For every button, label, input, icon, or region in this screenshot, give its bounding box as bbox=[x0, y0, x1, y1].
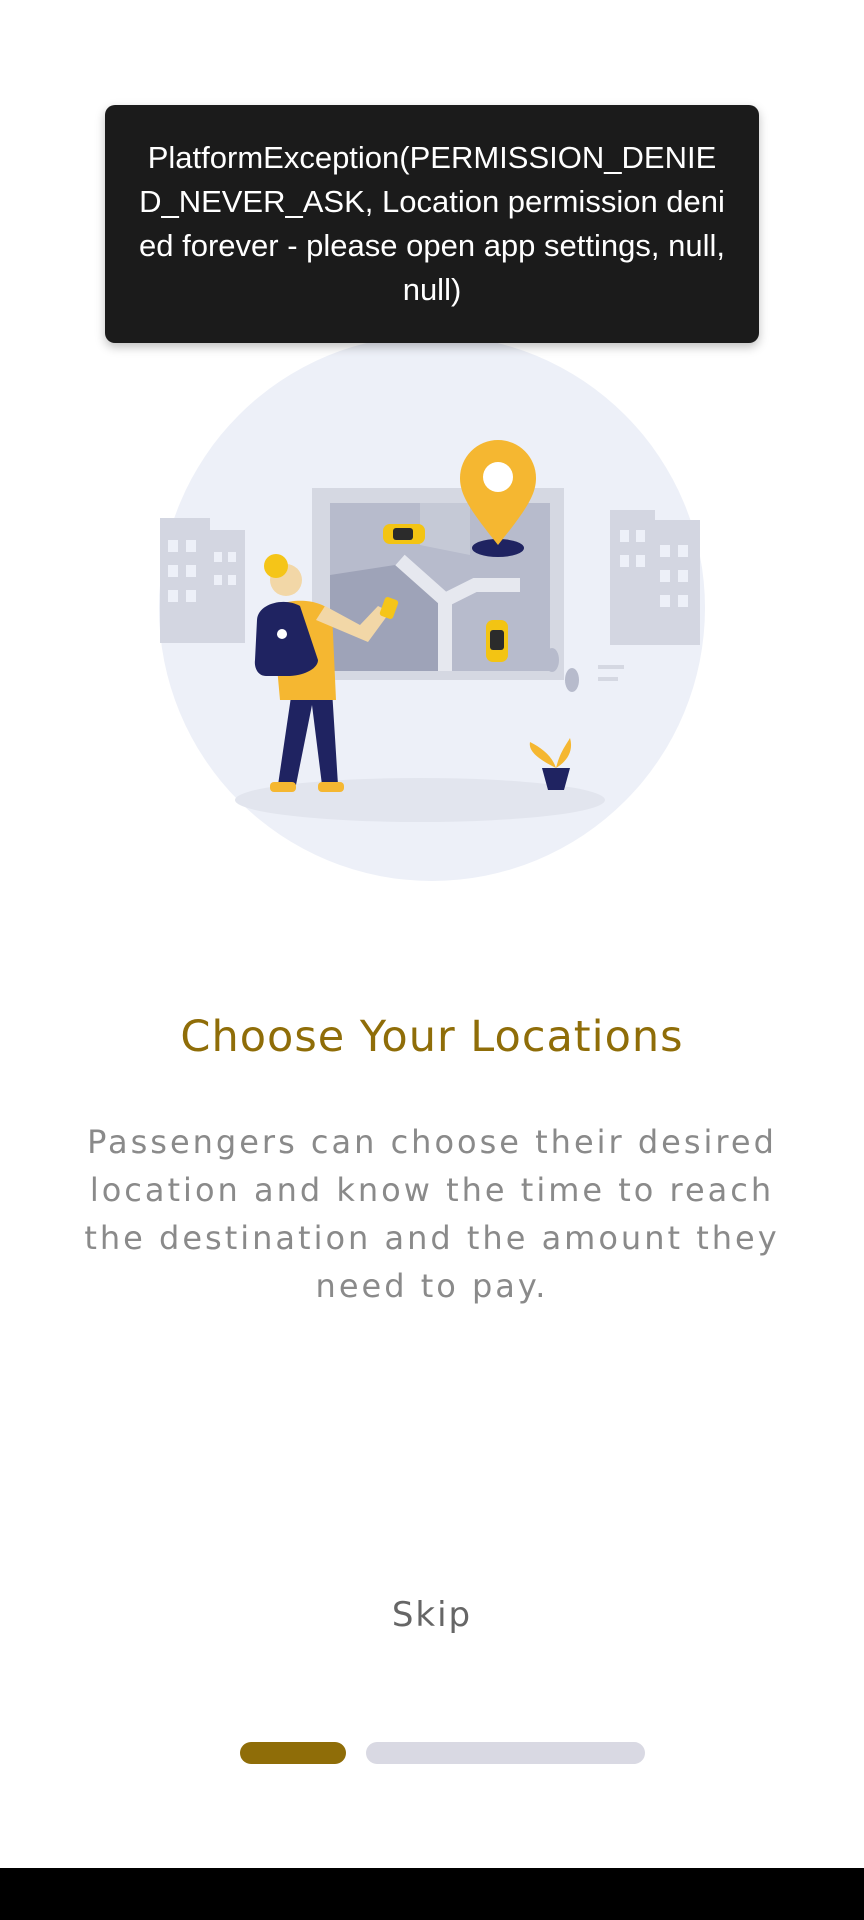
page-indicator bbox=[240, 1742, 645, 1764]
toast-message: PlatformException(PERMISSION_DENIED_NEVE… bbox=[139, 140, 725, 307]
page-indicator-dot-2[interactable] bbox=[366, 1742, 510, 1764]
onboarding-description: Passengers can choose their desired loca… bbox=[84, 1123, 780, 1305]
system-navigation-bar bbox=[0, 1868, 864, 1920]
page-indicator-dot-1[interactable] bbox=[240, 1742, 346, 1764]
skip-button[interactable]: Skip bbox=[352, 1590, 512, 1640]
page-indicator-dot-3[interactable] bbox=[504, 1742, 645, 1764]
error-toast: PlatformException(PERMISSION_DENIED_NEVE… bbox=[105, 105, 759, 343]
onboarding-title: Choose Your Locations bbox=[180, 1012, 684, 1062]
